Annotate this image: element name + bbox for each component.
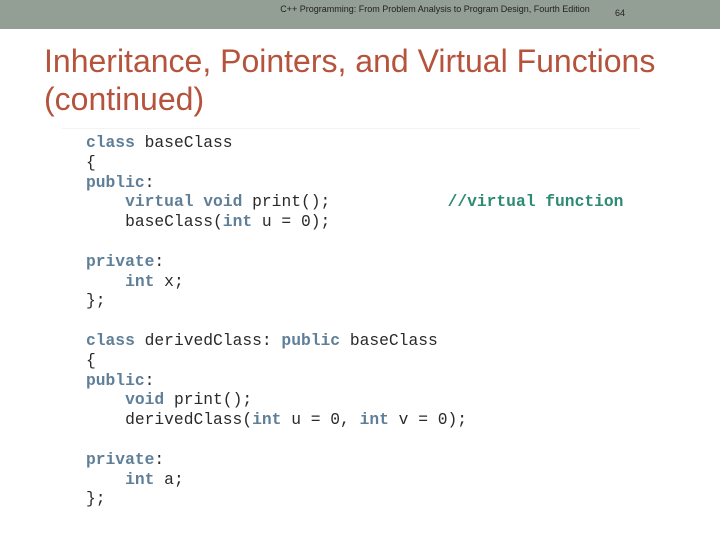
code-line: { — [86, 351, 623, 371]
code-keyword: int — [252, 410, 282, 430]
code-line: public: — [86, 173, 623, 193]
code-line: int x; — [86, 272, 623, 292]
code-text: derivedClass( — [86, 410, 253, 430]
code-line: }; — [86, 291, 623, 311]
page-number: 64 — [614, 8, 625, 18]
code-text: u = 0, — [281, 410, 360, 430]
code-text: x; — [154, 271, 184, 291]
book-caption: C++ Programming: From Problem Analysis t… — [280, 4, 590, 14]
code-keyword: int — [359, 410, 389, 430]
code-line: class baseClass — [86, 133, 623, 153]
code-keyword: private — [86, 251, 155, 271]
code-text: baseClass — [134, 133, 233, 152]
code-comment: //virtual function — [447, 192, 624, 212]
code-text: }; — [86, 489, 106, 509]
code-text: u = 0); — [252, 212, 331, 232]
code-text: print(); — [242, 192, 448, 212]
code-keyword: int — [125, 469, 155, 489]
code-keyword: int — [222, 212, 253, 232]
code-line: int a; — [86, 470, 623, 490]
code-keyword: class — [86, 330, 135, 350]
code-line: class derivedClass: public baseClass — [86, 331, 623, 351]
code-keyword: public — [86, 172, 145, 192]
code-text: : — [144, 172, 155, 192]
code-keyword: void — [125, 390, 165, 410]
code-text: derivedClass: — [134, 330, 282, 350]
code-line: }; — [86, 489, 623, 509]
code-text: : — [154, 251, 165, 271]
code-line: private: — [86, 252, 623, 272]
code-line: { — [86, 153, 623, 173]
code-text: }; — [86, 291, 106, 311]
code-line: private: — [86, 450, 623, 470]
slide: C++ Programming: From Problem Analysis t… — [0, 0, 720, 540]
code-text: v = 0); — [388, 410, 468, 430]
code-text: { — [86, 152, 96, 172]
code-line: derivedClass(int u = 0, int v = 0); — [86, 410, 623, 430]
code-line: public: — [86, 371, 623, 391]
code-text: : — [144, 370, 155, 390]
code-block: class baseClass{public: virtual void pri… — [86, 133, 623, 509]
code-text: baseClass — [340, 330, 438, 350]
code-keyword: virtual — [125, 192, 194, 212]
code-keyword: int — [125, 271, 155, 291]
slide-title: Inheritance, Pointers, and Virtual Funct… — [44, 43, 656, 117]
code-text: print(); — [164, 390, 253, 410]
code-figure: class baseClass{public: virtual void pri… — [62, 128, 640, 521]
code-keyword: public — [281, 330, 341, 350]
code-keyword: class — [86, 133, 135, 152]
code-keyword: void — [203, 192, 243, 212]
code-keyword: private — [86, 449, 155, 469]
code-text: a; — [154, 469, 184, 489]
header-bar: C++ Programming: From Problem Analysis t… — [0, 0, 720, 29]
code-line: virtual void print(); //virtual function — [86, 192, 623, 212]
code-line: void print(); — [86, 390, 623, 410]
code-text: { — [86, 350, 96, 370]
code-line: baseClass(int u = 0); — [86, 212, 623, 232]
code-text: : — [154, 449, 165, 469]
code-text: baseClass( — [86, 212, 223, 232]
code-keyword: public — [86, 370, 145, 390]
